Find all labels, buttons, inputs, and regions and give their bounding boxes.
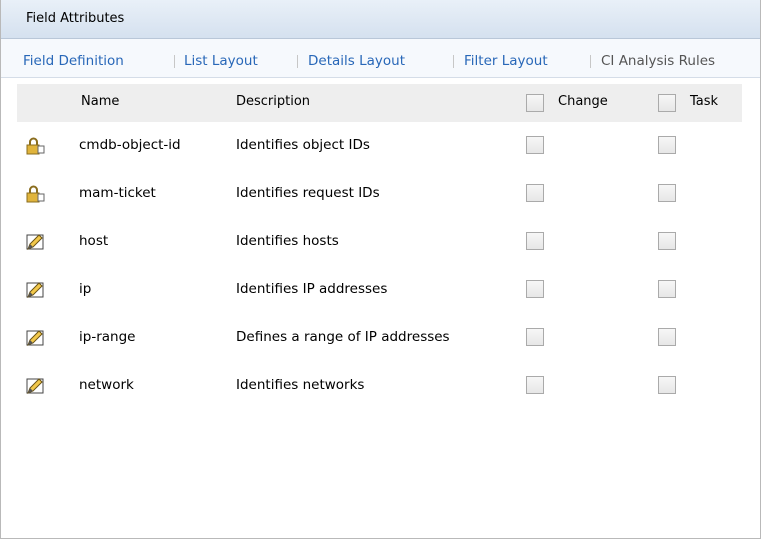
row-change-checkbox[interactable] <box>526 376 544 394</box>
column-header-task: Task <box>690 94 719 109</box>
lock-icon <box>26 137 45 155</box>
row-name-network: network <box>79 377 134 393</box>
row-description: Identifies networks <box>236 377 365 393</box>
panel-title: Field Attributes <box>26 11 125 26</box>
tab-bar: Field Definition List Layout Details Lay… <box>1 39 760 78</box>
row-change-checkbox[interactable] <box>526 280 544 298</box>
row-description: Identifies object IDs <box>236 137 370 153</box>
tab-filter-layout[interactable]: Filter Layout <box>464 53 548 69</box>
table-header <box>17 84 742 122</box>
task-select-all-checkbox[interactable] <box>658 94 676 112</box>
panel-titlebar: Field Attributes <box>1 0 760 39</box>
row-name-mam-ticket: mam-ticket <box>79 185 156 201</box>
row-change-checkbox[interactable] <box>526 136 544 154</box>
row-change-checkbox[interactable] <box>526 184 544 202</box>
edit-pencil-icon <box>26 282 44 298</box>
row-task-checkbox[interactable] <box>658 280 676 298</box>
row-description: Identifies hosts <box>236 233 339 249</box>
row-task-checkbox[interactable] <box>658 184 676 202</box>
row-change-checkbox[interactable] <box>526 328 544 346</box>
column-header-name[interactable]: Name <box>81 94 119 109</box>
tab-separator <box>453 55 454 68</box>
row-change-checkbox[interactable] <box>526 232 544 250</box>
row-description: Identifies request IDs <box>236 185 380 201</box>
row-name-ip-range: ip-range <box>79 329 136 345</box>
change-select-all-checkbox[interactable] <box>526 94 544 112</box>
row-name-ip: ip <box>79 281 92 297</box>
tab-ci-analysis-rules[interactable]: CI Analysis Rules <box>601 53 715 69</box>
tab-field-definition[interactable]: Field Definition <box>23 53 124 69</box>
column-header-description[interactable]: Description <box>236 94 310 109</box>
edit-pencil-icon <box>26 330 44 346</box>
tab-separator <box>297 55 298 68</box>
tab-details-layout[interactable]: Details Layout <box>308 53 405 69</box>
edit-pencil-icon <box>26 234 44 250</box>
row-task-checkbox[interactable] <box>658 232 676 250</box>
row-description: Identifies IP addresses <box>236 281 388 297</box>
field-attributes-panel: Field Attributes Field Definition List L… <box>0 0 761 539</box>
row-task-checkbox[interactable] <box>658 136 676 154</box>
row-task-checkbox[interactable] <box>658 376 676 394</box>
row-name-cmdb-object-id: cmdb-object-id <box>79 137 181 153</box>
tab-separator <box>590 55 591 68</box>
row-description: Defines a range of IP addresses <box>236 329 450 345</box>
tab-separator <box>174 55 175 68</box>
tab-list-layout[interactable]: List Layout <box>184 53 258 69</box>
column-header-change: Change <box>558 94 608 109</box>
edit-pencil-icon <box>26 378 44 394</box>
row-task-checkbox[interactable] <box>658 328 676 346</box>
row-name-host: host <box>79 233 109 249</box>
lock-icon <box>26 185 45 203</box>
